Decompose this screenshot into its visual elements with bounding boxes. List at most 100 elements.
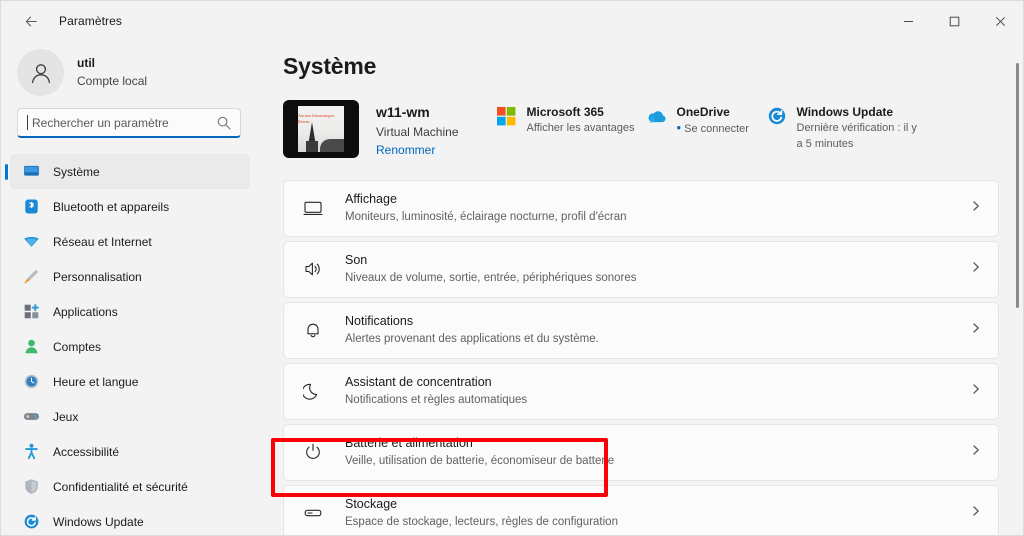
- wallpaper-hill: [320, 139, 344, 152]
- sidebar-item-label: Bluetooth et appareils: [53, 199, 170, 214]
- settings-row-title: Son: [345, 253, 368, 268]
- device-thumbnail: Anciens Informatiques Réseau: [283, 100, 359, 158]
- storage-icon: [301, 503, 325, 523]
- sidebar-item-label: Heure et langue: [53, 374, 139, 389]
- sidebar-item-label: Personnalisation: [53, 269, 142, 284]
- settings-row-subtitle: Espace de stockage, lecteurs, règles de …: [345, 516, 618, 529]
- person-icon: [31, 63, 50, 83]
- sidebar-item-label: Applications: [53, 304, 118, 319]
- settings-window: Paramètres util Compte local Rechercher …: [0, 0, 1024, 536]
- maximize-button[interactable]: [931, 1, 977, 41]
- status-dot: •: [676, 120, 682, 136]
- sidebar-item-systeme[interactable]: Système: [5, 154, 250, 189]
- quick-link-subtitle: • Se connecter: [677, 121, 749, 138]
- settings-row-subtitle: Alertes provenant des applications et du…: [345, 333, 599, 346]
- sidebar-item-windows-update[interactable]: Windows Update: [10, 504, 250, 535]
- search-container: Rechercher un paramètre: [1, 108, 259, 138]
- quick-link-subtitle: Afficher les avantages: [526, 122, 635, 135]
- back-arrow-icon: [25, 15, 37, 27]
- back-button[interactable]: [13, 5, 49, 37]
- settings-row-title: Assistant de concentration: [345, 375, 492, 390]
- maximize-icon: [949, 16, 959, 26]
- sidebar: util Compte local Rechercher un paramètr…: [1, 41, 259, 535]
- chevron-right-icon: [970, 199, 982, 217]
- main-content: Système Anciens Informatiques Réseau w11…: [259, 41, 1023, 535]
- minimize-button[interactable]: [885, 1, 931, 41]
- selection-indicator: [5, 163, 8, 180]
- close-icon: [995, 16, 1005, 26]
- sidebar-item-label: Réseau et Internet: [53, 234, 152, 249]
- settings-row-affichage[interactable]: Affichage Moniteurs, luminosité, éclaira…: [283, 179, 999, 237]
- quick-links: Microsoft 365 Afficher les avantages One…: [496, 100, 1000, 153]
- sidebar-item-bluetooth-et-appareils[interactable]: Bluetooth et appareils: [10, 189, 250, 224]
- vertical-scrollbar[interactable]: [1016, 63, 1019, 308]
- gamepad-icon: [22, 408, 40, 426]
- device-header: Anciens Informatiques Réseau w11-wm Virt…: [283, 100, 999, 160]
- settings-row-title: Batterie et alimentation: [345, 436, 473, 451]
- settings-row-subtitle: Veille, utilisation de batterie, économi…: [345, 455, 615, 468]
- settings-row-batterie-et-alimentation[interactable]: Batterie et alimentation Veille, utilisa…: [283, 423, 999, 481]
- search-input[interactable]: Rechercher un paramètre: [17, 108, 241, 138]
- quick-link-windows-update[interactable]: Windows Update Dernière vérification : i…: [766, 104, 926, 153]
- sidebar-item-label: Confidentialité et sécurité: [53, 479, 188, 494]
- wallpaper-spire-base: [306, 141, 318, 152]
- settings-row-title: Notifications: [345, 314, 414, 329]
- settings-row-subtitle: Moniteurs, luminosité, éclairage nocturn…: [345, 211, 627, 224]
- sound-icon: [301, 259, 325, 279]
- sidebar-item-heure-et-langue[interactable]: Heure et langue: [10, 364, 250, 399]
- quick-link-title: OneDrive: [676, 105, 730, 119]
- clock-icon: [22, 373, 40, 391]
- avatar: [17, 49, 64, 96]
- chevron-right-icon: [970, 443, 982, 461]
- wallpaper-preview: Anciens Informatiques Réseau: [298, 106, 344, 152]
- account-subtitle: Compte local: [77, 73, 148, 88]
- chevron-right-icon: [970, 321, 982, 339]
- sidebar-item-label: Accessibilité: [53, 444, 120, 459]
- window-controls: [885, 1, 1023, 41]
- sidebar-item-personnalisation[interactable]: Personnalisation: [10, 259, 250, 294]
- sidebar-item-jeux[interactable]: Jeux: [10, 399, 250, 434]
- chevron-right-icon: [970, 260, 982, 278]
- close-button[interactable]: [977, 1, 1023, 41]
- quick-link-title: Windows Update: [796, 105, 894, 119]
- quick-link-title: Microsoft 365: [526, 105, 604, 119]
- settings-row-title: Stockage: [345, 497, 398, 512]
- quick-link-onedrive[interactable]: OneDrive • Se connecter: [646, 104, 766, 153]
- title-bar: Paramètres: [1, 1, 1023, 41]
- quick-link-microsoft-365[interactable]: Microsoft 365 Afficher les avantages: [496, 104, 646, 153]
- search-icon[interactable]: [216, 115, 232, 131]
- quick-link-subtitle: Dernière vérification : il y a 5 minutes: [796, 122, 917, 150]
- settings-row-title: Affichage: [345, 192, 397, 207]
- sidebar-item-reseau-et-internet[interactable]: Réseau et Internet: [10, 224, 250, 259]
- wallpaper-text: Anciens Informatiques Réseau: [298, 113, 335, 124]
- settings-list: Affichage Moniteurs, luminosité, éclaira…: [283, 179, 999, 535]
- onedrive-cloud-icon: [646, 105, 668, 127]
- device-type: Virtual Machine: [376, 125, 459, 139]
- sidebar-item-comptes[interactable]: Comptes: [10, 329, 250, 364]
- account-name: util: [77, 56, 95, 71]
- paintbrush-icon: [22, 268, 40, 286]
- sidebar-item-applications[interactable]: Applications: [10, 294, 250, 329]
- chevron-right-icon: [970, 504, 982, 522]
- rename-link[interactable]: Renommer: [376, 141, 459, 160]
- search-placeholder: Rechercher un paramètre: [32, 115, 169, 130]
- update-icon: [22, 513, 40, 531]
- power-icon: [301, 442, 325, 462]
- settings-row-assistant-de-concentration[interactable]: Assistant de concentration Notifications…: [283, 362, 999, 420]
- account-card[interactable]: util Compte local: [1, 41, 259, 108]
- wifi-icon: [22, 233, 40, 251]
- display-icon: [301, 198, 325, 218]
- settings-row-subtitle: Notifications et règles automatiques: [345, 394, 528, 407]
- settings-row-notifications[interactable]: Notifications Alertes provenant des appl…: [283, 301, 999, 359]
- windows-update-icon: [766, 105, 788, 127]
- sidebar-item-accessibilite[interactable]: Accessibilité: [10, 434, 250, 469]
- page-title: Système: [283, 53, 377, 79]
- shield-icon: [22, 478, 40, 496]
- settings-row-stockage[interactable]: Stockage Espace de stockage, lecteurs, r…: [283, 484, 999, 535]
- sidebar-item-confidentialite-et-securite[interactable]: Confidentialité et sécurité: [10, 469, 250, 504]
- apps-icon: [22, 303, 40, 321]
- device-name: w11-wm: [376, 104, 430, 120]
- sidebar-nav: Système Bluetooth et appareils Réseau et…: [1, 154, 259, 535]
- sidebar-item-label: Jeux: [53, 409, 79, 424]
- settings-row-son[interactable]: Son Niveaux de volume, sortie, entrée, p…: [283, 240, 999, 298]
